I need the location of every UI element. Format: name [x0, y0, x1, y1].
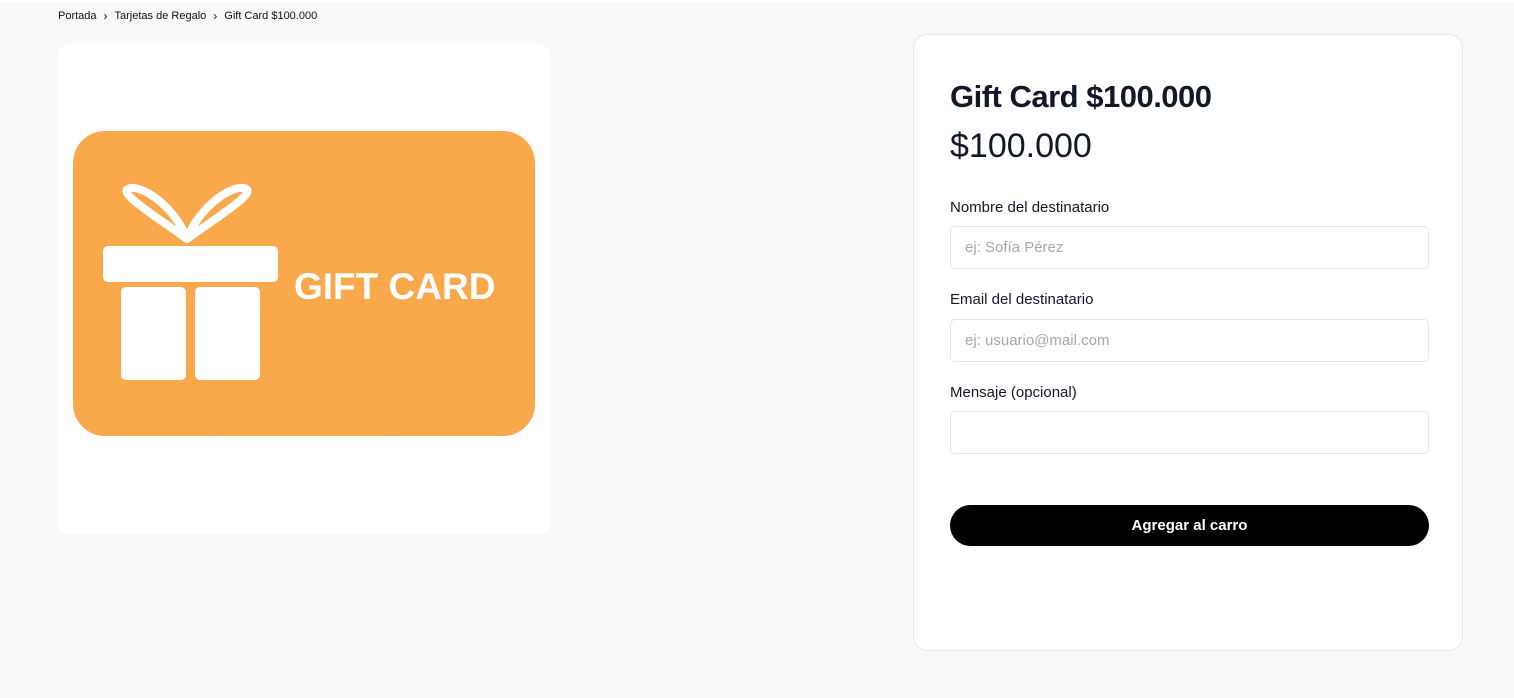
breadcrumb: Portada › Tarjetas de Regalo › Gift Card… — [58, 10, 317, 22]
recipient-email-input[interactable] — [950, 319, 1429, 362]
gift-card-image: GIFT CARD — [73, 131, 535, 486]
product-details-panel: Gift Card $100.000 $100.000 Nombre del d… — [913, 34, 1463, 651]
breadcrumb-home-link[interactable]: Portada — [58, 10, 97, 22]
product-price: $100.000 — [950, 127, 1092, 165]
message-input[interactable] — [950, 411, 1429, 454]
product-title: Gift Card $100.000 — [950, 79, 1212, 114]
add-to-cart-button[interactable]: Agregar al carro — [950, 505, 1429, 546]
recipient-name-label: Nombre del destinatario — [950, 199, 1110, 216]
chevron-right-icon: › — [103, 9, 108, 23]
recipient-email-label: Email del destinatario — [950, 291, 1094, 308]
message-label: Mensaje (opcional) — [950, 384, 1077, 401]
gift-card-label: GIFT CARD — [294, 266, 495, 307]
product-image: GIFT CARD — [58, 43, 550, 534]
chevron-right-icon: › — [213, 9, 218, 23]
recipient-name-input[interactable] — [950, 226, 1429, 269]
breadcrumb-category-link[interactable]: Tarjetas de Regalo — [115, 10, 207, 22]
breadcrumb-current: Gift Card $100.000 — [224, 10, 318, 22]
top-edge — [0, 0, 1514, 2]
